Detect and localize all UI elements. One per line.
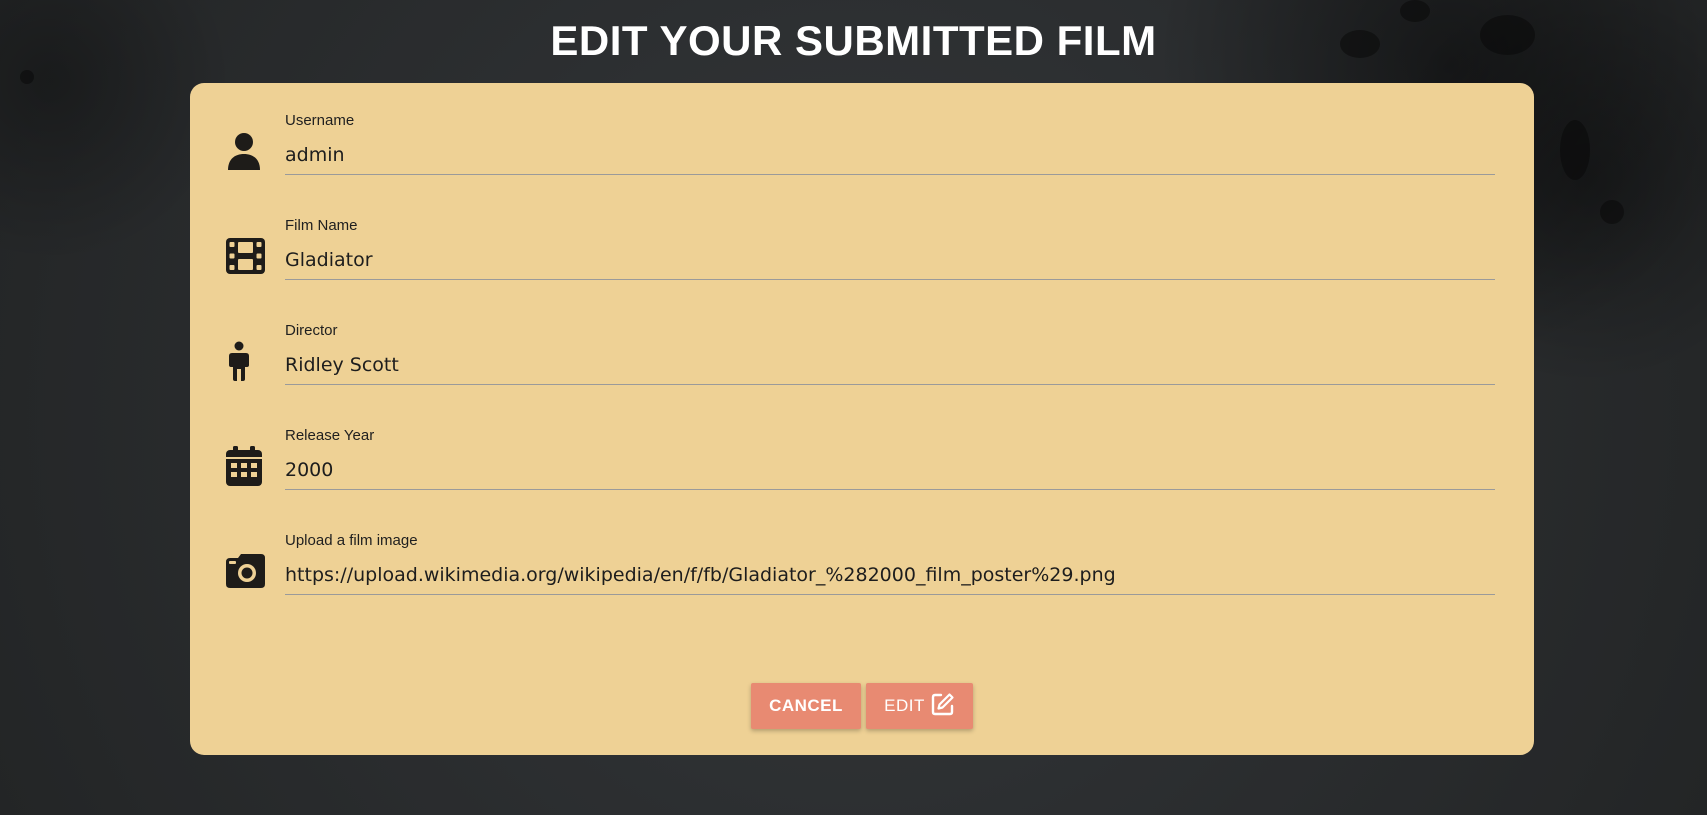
username-field-group: Username bbox=[190, 83, 1534, 183]
standing-person-icon bbox=[226, 341, 266, 381]
film-image-url-input[interactable] bbox=[285, 555, 1495, 595]
username-input[interactable] bbox=[285, 135, 1495, 175]
edit-button-label: EDIT bbox=[884, 696, 925, 715]
calendar-icon bbox=[226, 446, 266, 486]
camera-icon bbox=[226, 551, 266, 591]
release-year-field-group: Release Year bbox=[190, 398, 1534, 498]
cancel-button[interactable]: CANCEL bbox=[751, 683, 861, 729]
director-field-group: Director bbox=[190, 293, 1534, 393]
film-name-label: Film Name bbox=[285, 217, 358, 234]
director-input[interactable] bbox=[285, 345, 1495, 385]
film-image-label: Upload a film image bbox=[285, 532, 418, 549]
username-label: Username bbox=[285, 112, 355, 129]
film-name-field-group: Film Name bbox=[190, 188, 1534, 288]
background-texture bbox=[20, 70, 34, 84]
edit-film-form: Username Film Name bbox=[190, 83, 1534, 755]
film-name-input[interactable] bbox=[285, 240, 1495, 280]
edit-icon bbox=[931, 692, 955, 721]
form-actions: CANCEL EDIT bbox=[190, 683, 1534, 729]
background-texture bbox=[1600, 200, 1624, 224]
release-year-label: Release Year bbox=[285, 427, 375, 444]
page-title: EDIT YOUR SUBMITTED FILM bbox=[550, 17, 1157, 64]
release-year-input[interactable] bbox=[285, 450, 1495, 490]
film-icon bbox=[226, 236, 266, 276]
edit-button[interactable]: EDIT bbox=[866, 683, 973, 729]
background-texture bbox=[1560, 120, 1590, 180]
film-image-field-group: Upload a film image bbox=[190, 503, 1534, 603]
person-icon bbox=[226, 131, 266, 171]
director-label: Director bbox=[285, 322, 338, 339]
